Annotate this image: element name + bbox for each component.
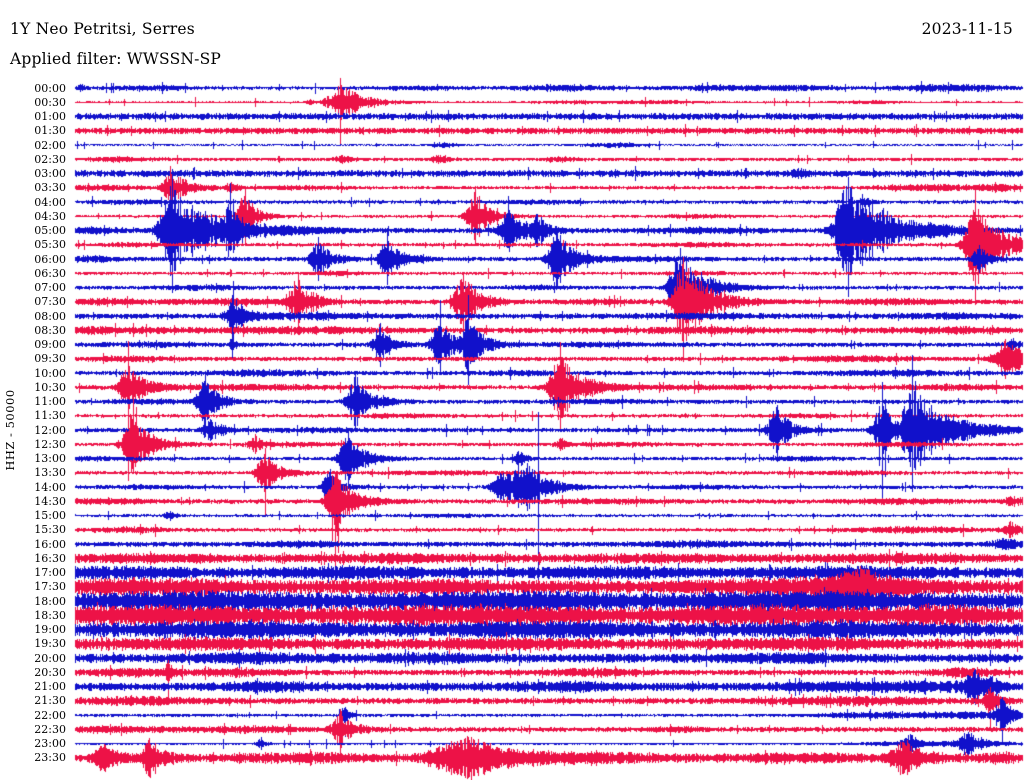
helicorder-page: 1Y Neo Petritsi, Serres 2023-11-15 Appli…	[0, 0, 1024, 780]
time-label-1700: 17:00	[34, 566, 66, 580]
time-label-1100: 11:00	[34, 395, 66, 409]
time-label-0000: 00:00	[34, 81, 66, 95]
time-label-1630: 16:30	[34, 551, 66, 565]
time-label-0030: 00:30	[34, 95, 66, 109]
time-label-0430: 04:30	[34, 209, 66, 223]
time-label-1200: 12:00	[34, 423, 66, 437]
time-label-1900: 19:00	[34, 623, 66, 637]
time-label-0600: 06:00	[34, 252, 66, 266]
time-label-2200: 22:00	[34, 708, 66, 722]
time-label-1930: 19:30	[34, 637, 66, 651]
time-label-1430: 14:30	[34, 494, 66, 508]
helicorder-canvas	[0, 0, 1024, 780]
time-label-0230: 02:30	[34, 152, 66, 166]
time-label-2000: 20:00	[34, 651, 66, 665]
time-label-0930: 09:30	[34, 352, 66, 366]
time-label-1030: 10:30	[34, 380, 66, 394]
time-label-1730: 17:30	[34, 580, 66, 594]
time-label-2230: 22:30	[34, 722, 66, 736]
time-label-2130: 21:30	[34, 694, 66, 708]
time-label-0800: 08:00	[34, 309, 66, 323]
time-label-0100: 01:00	[34, 110, 66, 123]
time-label-0500: 05:00	[34, 224, 66, 238]
time-label-1530: 15:30	[34, 523, 66, 537]
time-label-0900: 09:00	[34, 338, 66, 352]
record-date: 2023-11-15	[921, 20, 1013, 38]
time-label-0130: 01:30	[34, 124, 66, 138]
time-label-0730: 07:30	[34, 295, 66, 309]
time-label-2330: 23:30	[34, 751, 66, 765]
time-label-0630: 06:30	[34, 266, 66, 280]
time-label-2100: 21:00	[34, 680, 66, 694]
time-label-0530: 05:30	[34, 238, 66, 252]
time-label-0300: 03:00	[34, 167, 66, 181]
time-label-0700: 07:00	[34, 281, 66, 295]
time-label-1000: 10:00	[34, 366, 66, 380]
channel-scale-label: HHZ - 50000	[3, 389, 17, 471]
time-label-0830: 08:30	[34, 323, 66, 337]
time-label-2300: 23:00	[34, 737, 66, 751]
time-label-0330: 03:30	[34, 181, 66, 195]
time-label-1330: 13:30	[34, 466, 66, 480]
time-label-1230: 12:30	[34, 437, 66, 451]
time-label-1500: 15:00	[34, 509, 66, 523]
time-label-1830: 18:30	[34, 608, 66, 622]
time-label-1600: 16:00	[34, 537, 66, 551]
time-label-1800: 18:00	[34, 594, 66, 608]
station-title: 1Y Neo Petritsi, Serres	[10, 20, 195, 38]
applied-filter-label: Applied filter: WWSSN-SP	[10, 50, 222, 68]
time-label-2030: 20:30	[34, 665, 66, 679]
time-label-0400: 04:00	[34, 195, 66, 209]
time-label-1300: 13:00	[34, 452, 66, 466]
time-label-1130: 11:30	[34, 409, 66, 423]
time-label-1400: 14:00	[34, 480, 66, 494]
time-label-0200: 02:00	[34, 138, 66, 152]
